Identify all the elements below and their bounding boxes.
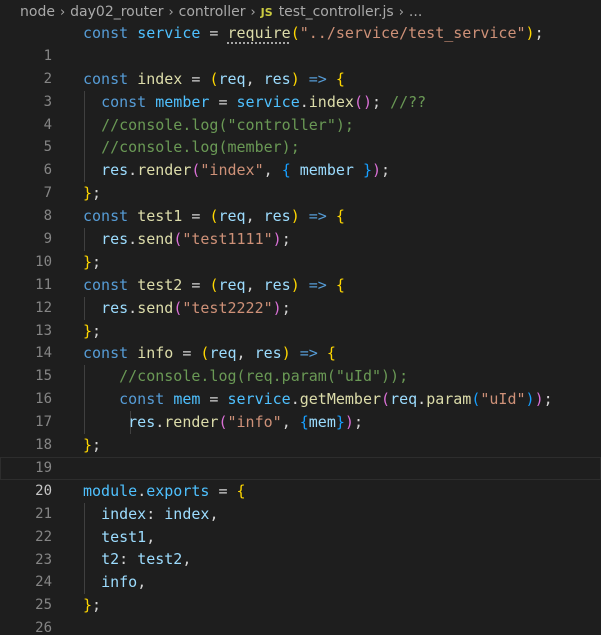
code-line[interactable]: 21 module.exports = { <box>0 480 601 522</box>
breadcrumb-item-node[interactable]: node <box>20 4 55 20</box>
line-code[interactable]: const index = (req, res) => { <box>83 68 345 91</box>
breadcrumb: node › day02_router › controller › JS te… <box>0 0 601 24</box>
line-code[interactable]: }; <box>83 594 101 617</box>
code-line[interactable]: 18 res.render("info", {mem}); <box>0 411 601 453</box>
breadcrumb-item-file[interactable]: test_controller.js <box>279 4 394 20</box>
line-code[interactable]: //console.log("controller"); <box>83 114 354 137</box>
code-line[interactable]: 13 res.send("test2222"); <box>0 296 601 339</box>
line-code[interactable]: }; <box>83 320 101 343</box>
breadcrumb-more[interactable]: ... <box>409 4 422 20</box>
code-line[interactable]: 8 }; <box>0 182 601 224</box>
chevron-right-icon: › <box>250 4 256 20</box>
breadcrumb-item-day02-router[interactable]: day02_router <box>70 4 163 20</box>
line-code[interactable]: res.render("index", { member }); <box>83 159 390 182</box>
code-line[interactable]: 5 //console.log("controller"); <box>0 113 601 155</box>
line-code[interactable]: res.render("info", {mem}); <box>83 411 363 434</box>
line-code[interactable]: }; <box>83 182 101 205</box>
chevron-right-icon: › <box>398 4 404 20</box>
code-line[interactable]: 23 test1, <box>0 525 601 568</box>
line-code[interactable]: const service = require("../service/test… <box>83 22 544 45</box>
line-code[interactable]: module.exports = { <box>83 480 246 503</box>
line-code[interactable]: //console.log(member); <box>83 136 300 159</box>
javascript-file-icon: JS <box>260 5 273 19</box>
code-editor[interactable]: 1 const service = require("../service/te… <box>0 22 601 635</box>
code-line[interactable]: 7 res.render("index", { member }); <box>0 159 601 201</box>
code-line[interactable]: 1 const service = require("../service/te… <box>0 22 601 64</box>
code-line[interactable]: 9 const test1 = (req, res) => { <box>0 205 601 247</box>
code-line[interactable]: 4 const member = service.index(); //?? <box>0 90 601 133</box>
code-line[interactable]: 22 index: index, <box>0 502 601 545</box>
code-line[interactable]: 24 t2: test2, <box>0 548 601 590</box>
code-line[interactable]: 14 }; <box>0 320 601 362</box>
code-line[interactable]: 6 //console.log(member); <box>0 136 601 178</box>
line-code[interactable]: const info = (req, res) => { <box>83 342 336 365</box>
chevron-right-icon: › <box>168 4 174 20</box>
line-code[interactable]: index: index, <box>83 503 218 526</box>
line-code[interactable]: const test1 = (req, res) => { <box>83 205 345 228</box>
line-code[interactable]: }; <box>83 251 101 274</box>
code-line[interactable]: 17 const mem = service.getMember(req.par… <box>0 388 601 430</box>
code-line[interactable]: 26 }; <box>0 594 601 635</box>
code-line[interactable]: 16 //console.log(req.param("uId")); <box>0 365 601 407</box>
line-code[interactable]: info, <box>83 571 146 594</box>
code-line[interactable]: 3 const index = (req, res) => { <box>0 68 601 110</box>
code-line[interactable]: 25 info, <box>0 571 601 613</box>
line-code[interactable]: //console.log(req.param("uId")); <box>83 365 408 388</box>
chevron-right-icon: › <box>59 4 66 20</box>
code-line[interactable]: 2 <box>0 45 601 87</box>
line-code[interactable]: }; <box>83 434 101 457</box>
code-line[interactable]: 19 }; <box>0 434 601 476</box>
line-code[interactable]: t2: test2, <box>83 548 191 571</box>
code-line[interactable]: 27 <box>0 617 601 635</box>
line-code[interactable]: const member = service.index(); //?? <box>83 91 426 114</box>
code-line[interactable]: 15 const info = (req, res) => { <box>0 342 601 384</box>
code-line[interactable]: 10 res.send("test1111"); <box>0 228 601 270</box>
line-code[interactable]: const test2 = (req, res) => { <box>83 274 345 297</box>
line-code[interactable]: const mem = service.getMember(req.param(… <box>83 388 553 411</box>
line-code[interactable]: test1, <box>83 526 155 549</box>
line-code[interactable]: res.send("test1111"); <box>83 228 291 251</box>
code-line[interactable]: 12 const test2 = (req, res) => { <box>0 274 601 316</box>
code-line[interactable]: 11 }; <box>0 251 601 293</box>
line-code[interactable]: res.send("test2222"); <box>83 297 291 320</box>
code-line-active[interactable]: 20 <box>0 456 601 499</box>
breadcrumb-item-controller[interactable]: controller <box>179 4 246 20</box>
